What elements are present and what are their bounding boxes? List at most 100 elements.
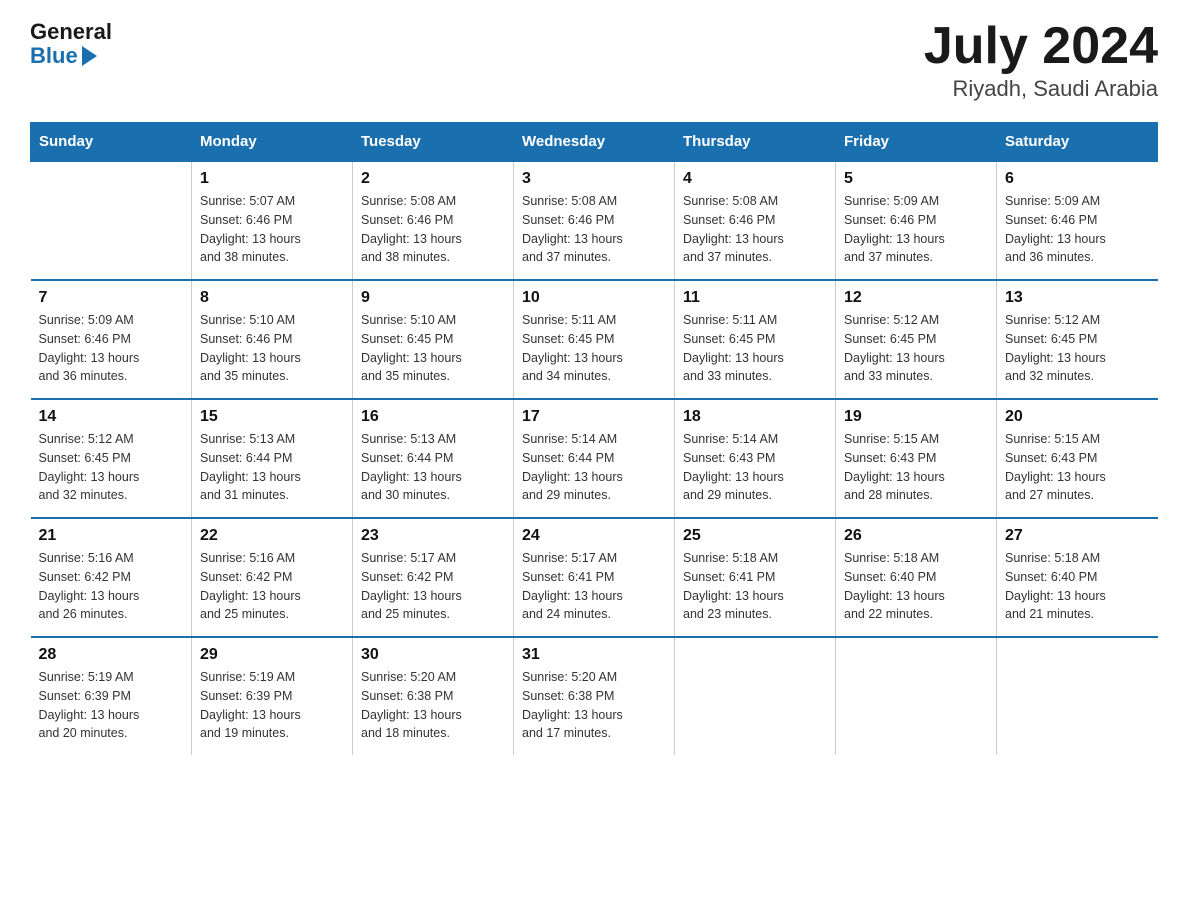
day-number: 25: [683, 527, 827, 545]
day-info: Sunrise: 5:20 AM Sunset: 6:38 PM Dayligh…: [361, 668, 505, 743]
day-info: Sunrise: 5:14 AM Sunset: 6:43 PM Dayligh…: [683, 430, 827, 505]
month-year-title: July 2024: [924, 20, 1158, 72]
logo: General Blue: [30, 20, 112, 68]
calendar-cell: 26 Sunrise: 5:18 AM Sunset: 6:40 PM Dayli…: [836, 518, 997, 637]
day-number: 10: [522, 289, 666, 307]
calendar-header-friday: Friday: [836, 123, 997, 162]
day-info: Sunrise: 5:13 AM Sunset: 6:44 PM Dayligh…: [361, 430, 505, 505]
page-header: General Blue July 2024 Riyadh, Saudi Ara…: [30, 20, 1158, 102]
calendar-header-thursday: Thursday: [675, 123, 836, 162]
location-subtitle: Riyadh, Saudi Arabia: [924, 76, 1158, 102]
day-number: 23: [361, 527, 505, 545]
day-number: 9: [361, 289, 505, 307]
day-number: 21: [39, 527, 184, 545]
calendar-header-row: SundayMondayTuesdayWednesdayThursdayFrid…: [31, 123, 1158, 162]
day-info: Sunrise: 5:11 AM Sunset: 6:45 PM Dayligh…: [683, 311, 827, 386]
day-info: Sunrise: 5:14 AM Sunset: 6:44 PM Dayligh…: [522, 430, 666, 505]
calendar-cell: [675, 637, 836, 755]
day-info: Sunrise: 5:16 AM Sunset: 6:42 PM Dayligh…: [200, 549, 344, 624]
calendar-cell: 24 Sunrise: 5:17 AM Sunset: 6:41 PM Dayli…: [514, 518, 675, 637]
day-info: Sunrise: 5:16 AM Sunset: 6:42 PM Dayligh…: [39, 549, 184, 624]
calendar-cell: 11 Sunrise: 5:11 AM Sunset: 6:45 PM Dayli…: [675, 280, 836, 399]
day-info: Sunrise: 5:12 AM Sunset: 6:45 PM Dayligh…: [39, 430, 184, 505]
day-number: 20: [1005, 408, 1150, 426]
day-number: 11: [683, 289, 827, 307]
calendar-cell: 5 Sunrise: 5:09 AM Sunset: 6:46 PM Daylig…: [836, 161, 997, 280]
calendar-cell: 4Sunrise: 5:08 AM Sunset: 6:46 PM Daylig…: [675, 161, 836, 280]
day-number: 16: [361, 408, 505, 426]
calendar-cell: 9Sunrise: 5:10 AM Sunset: 6:45 PM Daylig…: [353, 280, 514, 399]
logo-text: General Blue: [30, 20, 112, 68]
calendar-cell: [836, 637, 997, 755]
calendar-header-monday: Monday: [192, 123, 353, 162]
day-number: 15: [200, 408, 344, 426]
calendar-cell: 29 Sunrise: 5:19 AM Sunset: 6:39 PM Dayli…: [192, 637, 353, 755]
calendar-cell: 23 Sunrise: 5:17 AM Sunset: 6:42 PM Dayli…: [353, 518, 514, 637]
day-info: Sunrise: 5:07 AM Sunset: 6:46 PM Dayligh…: [200, 192, 344, 267]
day-number: 18: [683, 408, 827, 426]
calendar-cell: 17 Sunrise: 5:14 AM Sunset: 6:44 PM Dayli…: [514, 399, 675, 518]
calendar-cell: [997, 637, 1158, 755]
day-info: Sunrise: 5:12 AM Sunset: 6:45 PM Dayligh…: [1005, 311, 1150, 386]
day-number: 5: [844, 170, 988, 188]
calendar-week-row: 7Sunrise: 5:09 AM Sunset: 6:46 PM Daylig…: [31, 280, 1158, 399]
day-info: Sunrise: 5:09 AM Sunset: 6:46 PM Dayligh…: [844, 192, 988, 267]
calendar-week-row: 28 Sunrise: 5:19 AM Sunset: 6:39 PM Dayli…: [31, 637, 1158, 755]
day-info: Sunrise: 5:10 AM Sunset: 6:46 PM Dayligh…: [200, 311, 344, 386]
day-number: 28: [39, 646, 184, 664]
calendar-cell: 25 Sunrise: 5:18 AM Sunset: 6:41 PM Dayli…: [675, 518, 836, 637]
day-info: Sunrise: 5:13 AM Sunset: 6:44 PM Dayligh…: [200, 430, 344, 505]
day-info: Sunrise: 5:18 AM Sunset: 6:40 PM Dayligh…: [844, 549, 988, 624]
calendar-cell: 12 Sunrise: 5:12 AM Sunset: 6:45 PM Dayli…: [836, 280, 997, 399]
day-info: Sunrise: 5:08 AM Sunset: 6:46 PM Dayligh…: [522, 192, 666, 267]
day-info: Sunrise: 5:15 AM Sunset: 6:43 PM Dayligh…: [844, 430, 988, 505]
day-info: Sunrise: 5:11 AM Sunset: 6:45 PM Dayligh…: [522, 311, 666, 386]
day-info: Sunrise: 5:08 AM Sunset: 6:46 PM Dayligh…: [683, 192, 827, 267]
day-number: 6: [1005, 170, 1150, 188]
day-number: 31: [522, 646, 666, 664]
day-number: 8: [200, 289, 344, 307]
calendar-cell: 3Sunrise: 5:08 AM Sunset: 6:46 PM Daylig…: [514, 161, 675, 280]
calendar-cell: 10 Sunrise: 5:11 AM Sunset: 6:45 PM Dayli…: [514, 280, 675, 399]
day-info: Sunrise: 5:15 AM Sunset: 6:43 PM Dayligh…: [1005, 430, 1150, 505]
calendar-cell: 15 Sunrise: 5:13 AM Sunset: 6:44 PM Dayli…: [192, 399, 353, 518]
day-info: Sunrise: 5:12 AM Sunset: 6:45 PM Dayligh…: [844, 311, 988, 386]
day-info: Sunrise: 5:17 AM Sunset: 6:41 PM Dayligh…: [522, 549, 666, 624]
calendar-header-saturday: Saturday: [997, 123, 1158, 162]
calendar-cell: 19 Sunrise: 5:15 AM Sunset: 6:43 PM Dayli…: [836, 399, 997, 518]
day-number: 22: [200, 527, 344, 545]
day-number: 2: [361, 170, 505, 188]
day-number: 17: [522, 408, 666, 426]
day-info: Sunrise: 5:20 AM Sunset: 6:38 PM Dayligh…: [522, 668, 666, 743]
calendar-week-row: 21 Sunrise: 5:16 AM Sunset: 6:42 PM Dayli…: [31, 518, 1158, 637]
day-number: 19: [844, 408, 988, 426]
calendar-cell: 28 Sunrise: 5:19 AM Sunset: 6:39 PM Dayli…: [31, 637, 192, 755]
day-info: Sunrise: 5:18 AM Sunset: 6:40 PM Dayligh…: [1005, 549, 1150, 624]
calendar-week-row: 1 Sunrise: 5:07 AM Sunset: 6:46 PM Daylig…: [31, 161, 1158, 280]
calendar-cell: 31 Sunrise: 5:20 AM Sunset: 6:38 PM Dayli…: [514, 637, 675, 755]
calendar-header-wednesday: Wednesday: [514, 123, 675, 162]
calendar-week-row: 14Sunrise: 5:12 AM Sunset: 6:45 PM Dayli…: [31, 399, 1158, 518]
day-info: Sunrise: 5:18 AM Sunset: 6:41 PM Dayligh…: [683, 549, 827, 624]
day-info: Sunrise: 5:17 AM Sunset: 6:42 PM Dayligh…: [361, 549, 505, 624]
calendar-cell: 8 Sunrise: 5:10 AM Sunset: 6:46 PM Daylig…: [192, 280, 353, 399]
title-section: July 2024 Riyadh, Saudi Arabia: [924, 20, 1158, 102]
day-info: Sunrise: 5:19 AM Sunset: 6:39 PM Dayligh…: [200, 668, 344, 743]
calendar-cell: 27Sunrise: 5:18 AM Sunset: 6:40 PM Dayli…: [997, 518, 1158, 637]
calendar-cell: 1 Sunrise: 5:07 AM Sunset: 6:46 PM Daylig…: [192, 161, 353, 280]
calendar-cell: 21 Sunrise: 5:16 AM Sunset: 6:42 PM Dayli…: [31, 518, 192, 637]
calendar-header-tuesday: Tuesday: [353, 123, 514, 162]
day-number: 29: [200, 646, 344, 664]
day-number: 26: [844, 527, 988, 545]
day-info: Sunrise: 5:19 AM Sunset: 6:39 PM Dayligh…: [39, 668, 184, 743]
day-number: 24: [522, 527, 666, 545]
calendar-cell: 2Sunrise: 5:08 AM Sunset: 6:46 PM Daylig…: [353, 161, 514, 280]
day-number: 1: [200, 170, 344, 188]
calendar-header-sunday: Sunday: [31, 123, 192, 162]
calendar-cell: 20 Sunrise: 5:15 AM Sunset: 6:43 PM Dayli…: [997, 399, 1158, 518]
day-info: Sunrise: 5:09 AM Sunset: 6:46 PM Dayligh…: [1005, 192, 1150, 267]
calendar-table: SundayMondayTuesdayWednesdayThursdayFrid…: [30, 122, 1158, 755]
day-number: 12: [844, 289, 988, 307]
calendar-cell: 14Sunrise: 5:12 AM Sunset: 6:45 PM Dayli…: [31, 399, 192, 518]
calendar-cell: 7Sunrise: 5:09 AM Sunset: 6:46 PM Daylig…: [31, 280, 192, 399]
